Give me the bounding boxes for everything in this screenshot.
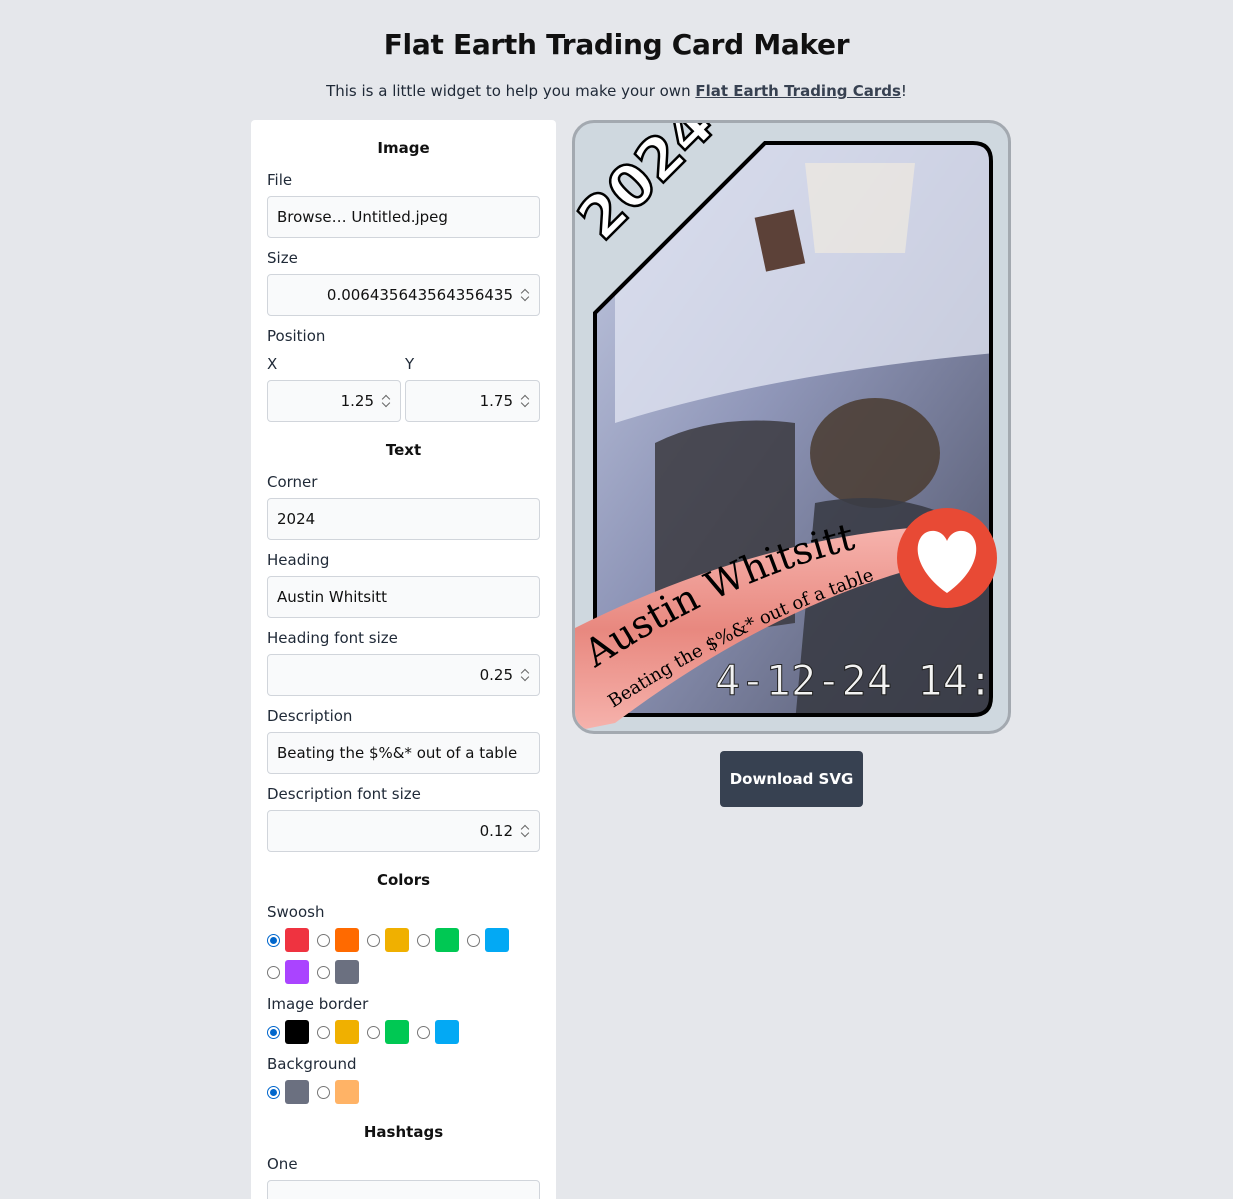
description-font-size-input[interactable]: 0.12 <box>267 810 540 852</box>
color-option[interactable] <box>267 960 309 984</box>
color-option[interactable] <box>317 1080 359 1104</box>
card-svg: 4-12-24 14:2 2024 Austin Whitsitt Beatin… <box>575 123 1008 731</box>
color-swatch[interactable] <box>335 960 359 984</box>
color-radio[interactable] <box>267 1025 280 1039</box>
colors-section-heading: Colors <box>376 871 431 889</box>
color-swatch[interactable] <box>435 1020 459 1044</box>
image-border-row <box>267 1020 467 1044</box>
color-swatch[interactable] <box>335 1080 359 1104</box>
swoosh-row-2 <box>267 960 367 984</box>
color-option[interactable] <box>367 1020 409 1044</box>
hashtag-one-input[interactable] <box>267 1180 540 1199</box>
color-swatch[interactable] <box>385 928 409 952</box>
color-option[interactable] <box>417 928 459 952</box>
color-radio[interactable] <box>267 1085 280 1099</box>
heading-font-size-label: Heading font size <box>267 629 398 647</box>
color-option[interactable] <box>417 1020 459 1044</box>
corner-label: Corner <box>267 473 318 491</box>
color-swatch[interactable] <box>335 1020 359 1044</box>
color-option[interactable] <box>467 928 509 952</box>
image-border-label: Image border <box>267 995 369 1013</box>
hashtag-one-label: One <box>267 1155 298 1173</box>
file-label: File <box>267 171 293 189</box>
intro-prefix: This is a little widget to help you make… <box>326 82 696 100</box>
color-swatch[interactable] <box>335 928 359 952</box>
description-input[interactable]: Beating the $%&* out of a table <box>267 732 540 774</box>
color-option[interactable] <box>267 1020 309 1044</box>
color-option[interactable] <box>317 1020 359 1044</box>
color-option[interactable] <box>317 928 359 952</box>
y-label: Y <box>405 355 415 373</box>
image-section-heading: Image <box>377 139 430 157</box>
background-label: Background <box>267 1055 357 1073</box>
swoosh-label: Swoosh <box>267 903 325 921</box>
y-spinner[interactable] <box>521 394 529 408</box>
color-radio[interactable] <box>417 933 430 947</box>
background-row <box>267 1080 367 1104</box>
intro-suffix: ! <box>900 82 907 100</box>
heading-label: Heading <box>267 551 330 569</box>
color-swatch[interactable] <box>435 928 459 952</box>
text-section-heading: Text <box>385 441 422 459</box>
description-label: Description <box>267 707 353 725</box>
y-value: 1.75 <box>479 392 513 410</box>
file-input[interactable]: Browse… Untitled.jpeg <box>267 196 540 238</box>
color-option[interactable] <box>317 960 359 984</box>
x-label: X <box>267 355 278 373</box>
download-svg-button[interactable]: Download SVG <box>720 751 863 807</box>
corner-input[interactable]: 2024 <box>267 498 540 540</box>
swoosh-row-1 <box>267 928 517 952</box>
x-value: 1.25 <box>340 392 374 410</box>
heading-font-size-input[interactable]: 0.25 <box>267 654 540 696</box>
color-swatch[interactable] <box>285 928 309 952</box>
color-radio[interactable] <box>267 933 280 947</box>
color-swatch[interactable] <box>385 1020 409 1044</box>
heading-input[interactable]: Austin Whitsitt <box>267 576 540 618</box>
color-swatch[interactable] <box>285 960 309 984</box>
size-input[interactable]: 0.006435643564356435 <box>267 274 540 316</box>
color-radio[interactable] <box>317 933 330 947</box>
color-option[interactable] <box>267 1080 309 1104</box>
card-timestamp: 4-12-24 14:2 <box>715 656 1008 705</box>
color-radio[interactable] <box>317 965 330 979</box>
color-option[interactable] <box>367 928 409 952</box>
settings-panel: Image File Browse… Untitled.jpeg Size 0.… <box>251 120 556 1199</box>
heading-font-size-value: 0.25 <box>479 666 513 684</box>
color-swatch[interactable] <box>485 928 509 952</box>
description-font-size-value: 0.12 <box>479 822 513 840</box>
color-radio[interactable] <box>317 1085 330 1099</box>
card-preview: 4-12-24 14:2 2024 Austin Whitsitt Beatin… <box>572 120 1011 734</box>
x-spinner[interactable] <box>382 394 390 408</box>
color-option[interactable] <box>267 928 309 952</box>
color-radio[interactable] <box>367 1025 380 1039</box>
description-font-size-label: Description font size <box>267 785 421 803</box>
position-label: Position <box>267 327 326 345</box>
size-label: Size <box>267 249 298 267</box>
color-radio[interactable] <box>417 1025 430 1039</box>
color-swatch[interactable] <box>285 1080 309 1104</box>
description-font-size-spinner[interactable] <box>521 824 529 838</box>
color-radio[interactable] <box>467 933 480 947</box>
y-input[interactable]: 1.75 <box>405 380 540 422</box>
color-radio[interactable] <box>267 965 280 979</box>
color-swatch[interactable] <box>285 1020 309 1044</box>
intro-text: This is a little widget to help you make… <box>0 82 1233 100</box>
color-radio[interactable] <box>367 933 380 947</box>
hashtags-section-heading: Hashtags <box>363 1123 444 1141</box>
color-radio[interactable] <box>317 1025 330 1039</box>
x-input[interactable]: 1.25 <box>267 380 401 422</box>
trading-cards-link[interactable]: Flat Earth Trading Cards <box>695 82 901 100</box>
size-value: 0.006435643564356435 <box>326 286 513 304</box>
heading-font-size-spinner[interactable] <box>521 668 529 682</box>
page-title: Flat Earth Trading Card Maker <box>383 28 850 61</box>
size-spinner[interactable] <box>521 288 529 302</box>
